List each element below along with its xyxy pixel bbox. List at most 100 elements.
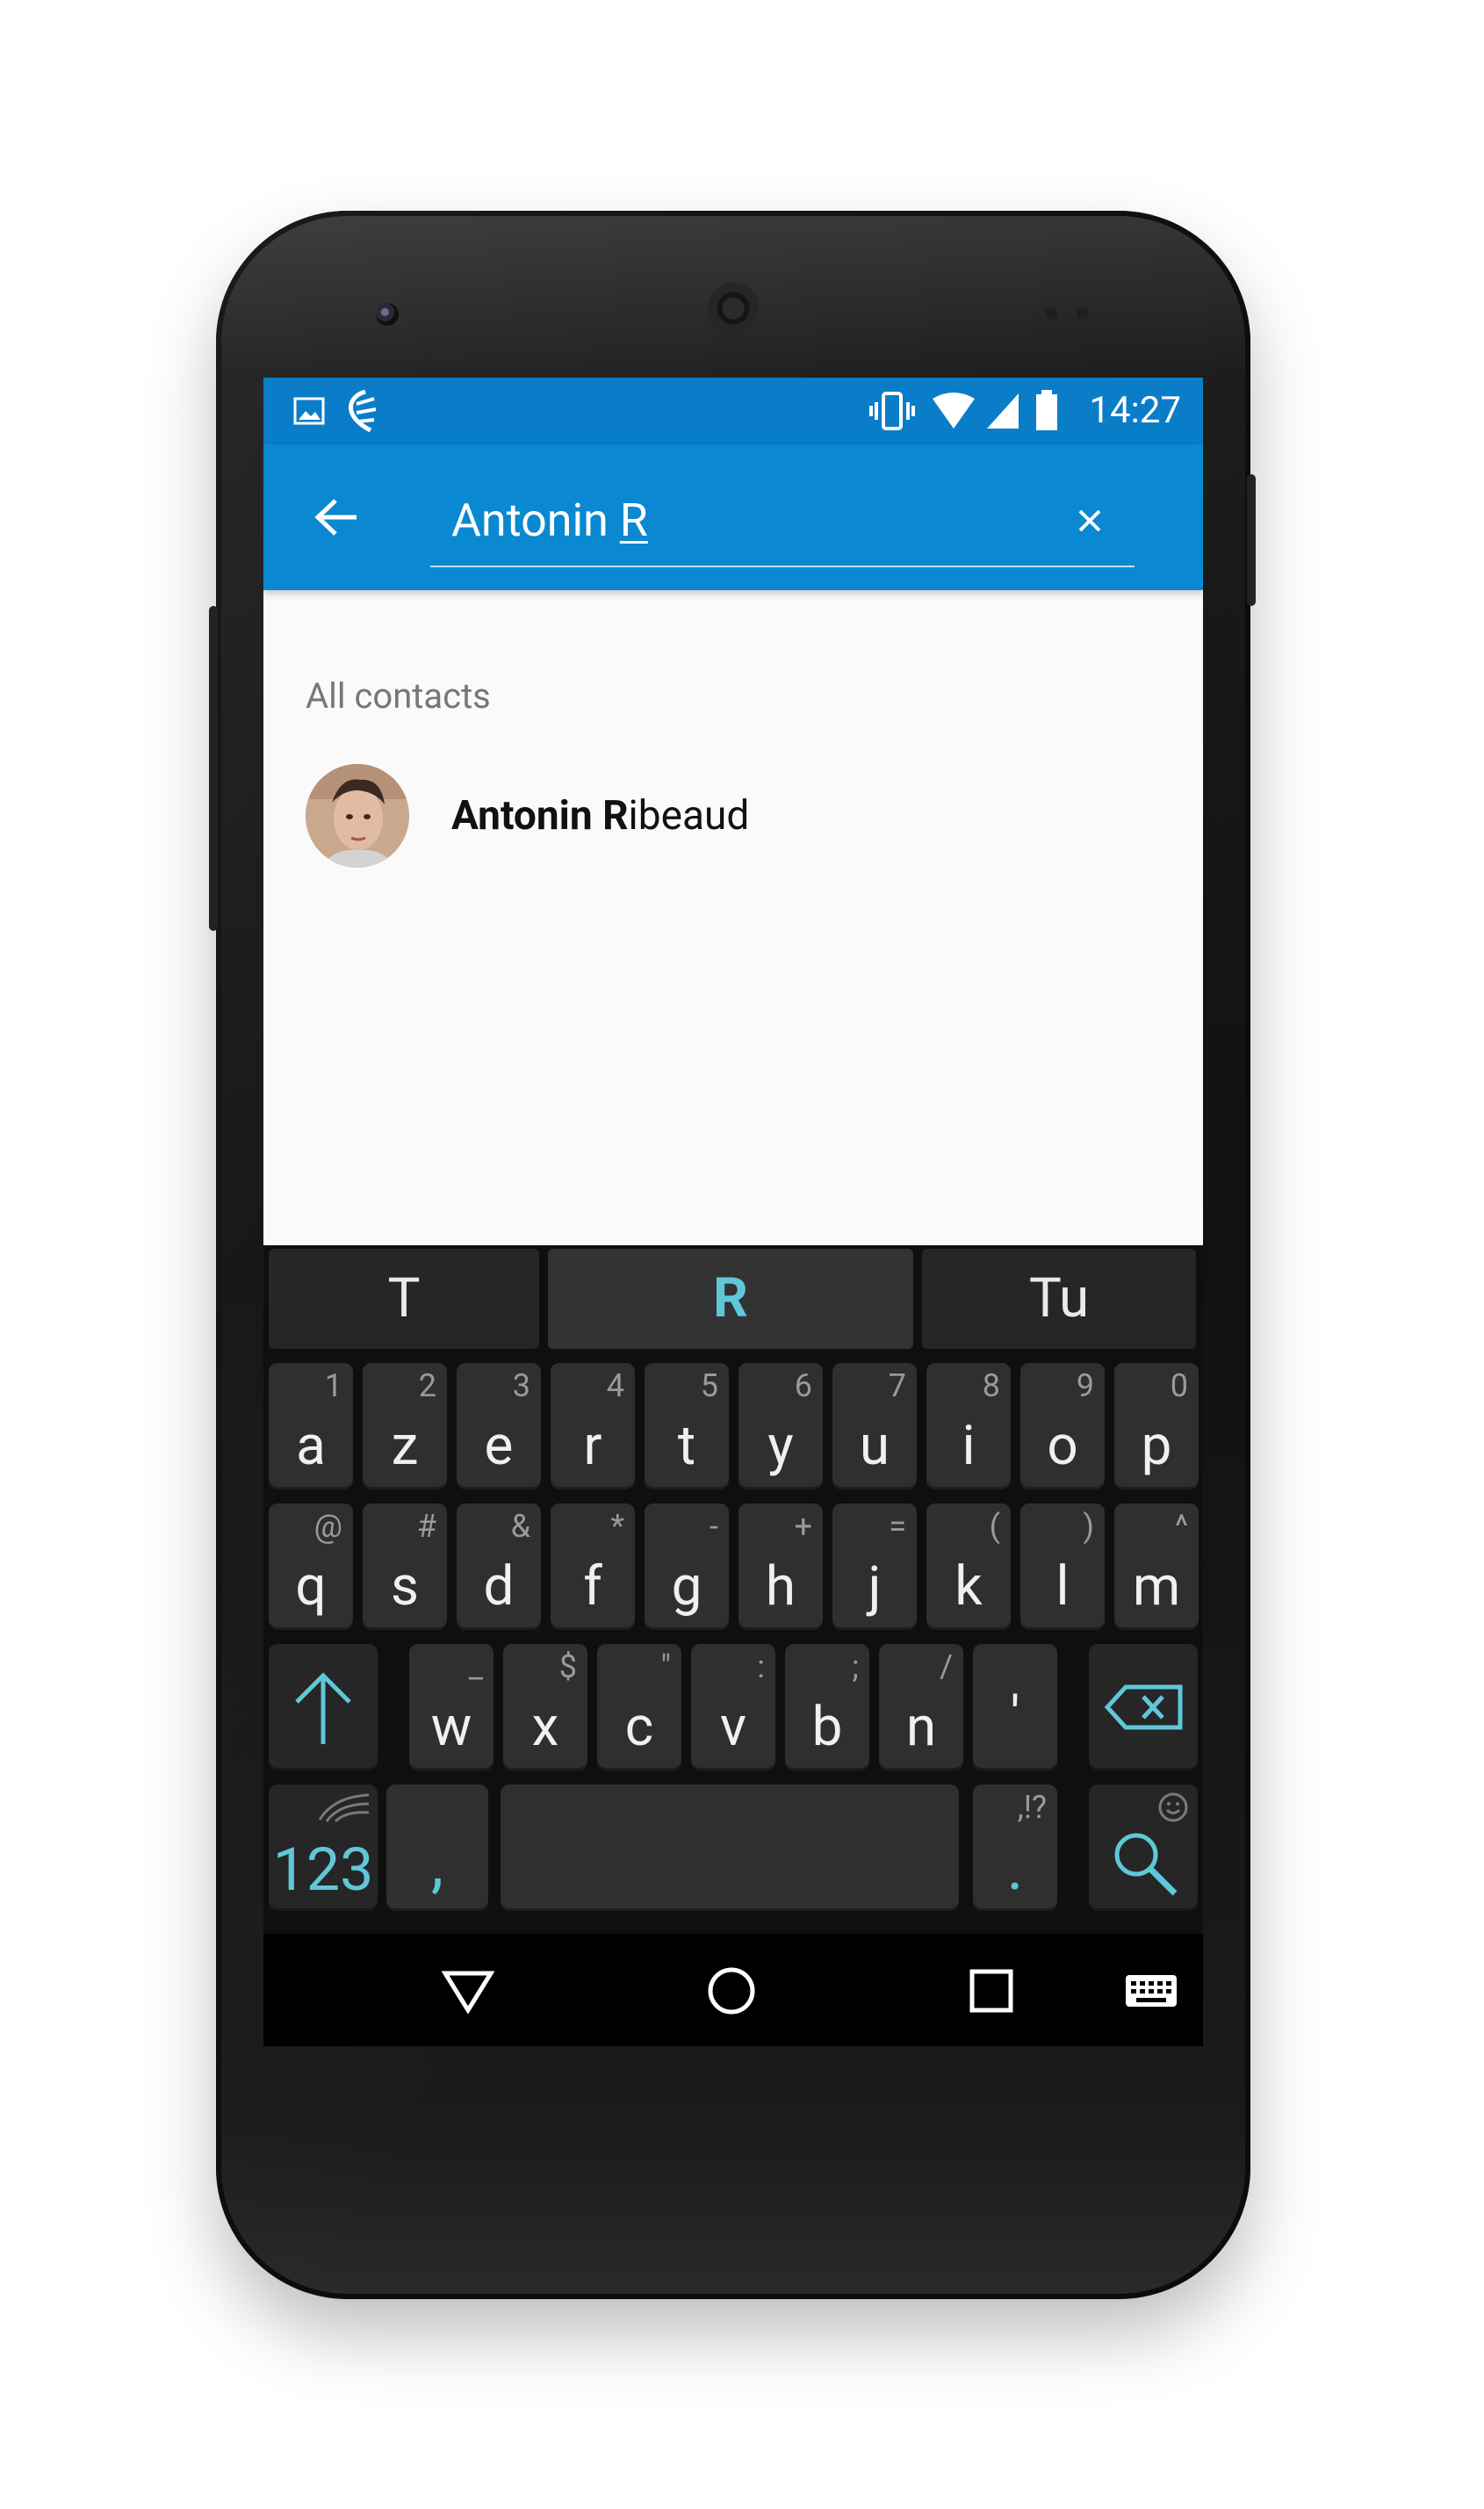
key-c[interactable]: " c — [597, 1644, 681, 1770]
key-label: v — [719, 1695, 747, 1759]
key-z[interactable]: 2z — [363, 1363, 447, 1489]
key-b[interactable]: ; b — [785, 1644, 869, 1770]
key-sub-label: - — [710, 1508, 718, 1545]
key-label: u — [859, 1414, 890, 1478]
key-sub-label: 3 — [512, 1367, 530, 1404]
light-sensor — [1077, 307, 1089, 320]
key-o[interactable]: 9o — [1020, 1363, 1105, 1489]
phone-screen: 14:27 Antonin R All contacts Antonin Rib… — [263, 378, 1203, 2046]
key-p[interactable]: 0p — [1114, 1363, 1199, 1489]
search-input[interactable]: Antonin R — [430, 474, 1135, 567]
key-sub-label: + — [794, 1508, 812, 1545]
contact-name-rest: ibeaud — [628, 792, 750, 840]
section-title: All contacts — [306, 675, 491, 717]
numbers-key-label: 123 — [269, 1839, 378, 1900]
key-w[interactable]: _ w — [409, 1644, 493, 1770]
key-label: t — [677, 1414, 696, 1478]
circle-home-icon — [708, 1967, 755, 2015]
search-action-key[interactable] — [1089, 1784, 1198, 1911]
volume-button — [209, 606, 218, 931]
key-s[interactable]: # s — [363, 1503, 447, 1630]
key-u[interactable]: 7u — [832, 1363, 917, 1489]
suggestion-center[interactable]: R — [548, 1249, 913, 1349]
keyboard-switch-button[interactable] — [1120, 1960, 1182, 2022]
key-label: j — [868, 1554, 882, 1619]
key-sub-label: 9 — [1076, 1367, 1094, 1404]
key-label: o — [1047, 1414, 1078, 1478]
key-i[interactable]: 8i — [926, 1363, 1011, 1489]
key-label: i — [962, 1414, 976, 1478]
key-sub-label: = — [889, 1508, 906, 1545]
contact-list-item[interactable]: Antonin Ribeaud — [263, 764, 1203, 887]
key-sub-label: 0 — [1170, 1367, 1188, 1404]
key-a[interactable]: 1a — [269, 1363, 353, 1489]
query-prefix: Antonin — [451, 494, 620, 547]
back-button[interactable] — [307, 488, 365, 546]
clear-search-button[interactable] — [1066, 497, 1113, 544]
key-t[interactable]: 5t — [645, 1363, 729, 1489]
key-sub-label: _ — [468, 1648, 483, 1685]
key-sub-label: # — [416, 1508, 436, 1545]
key-sub-label: 2 — [418, 1367, 436, 1404]
contact-name: Antonin Ribeaud — [451, 790, 749, 841]
key-l[interactable]: ) l — [1020, 1503, 1105, 1630]
key-d[interactable]: & d — [457, 1503, 541, 1630]
key-j[interactable]: = j — [832, 1503, 917, 1630]
battery-icon — [1034, 390, 1059, 432]
key-label: c — [624, 1695, 654, 1759]
key-n[interactable]: / n — [879, 1644, 963, 1770]
vibrate-icon — [869, 392, 915, 430]
key-g[interactable]: -g — [645, 1503, 729, 1630]
triangle-back-icon — [442, 1971, 494, 2014]
search-icon — [1114, 1833, 1178, 1896]
key-label: ' — [1010, 1684, 1020, 1748]
arrow-left-icon — [314, 499, 357, 536]
key-r[interactable]: 4r — [551, 1363, 635, 1489]
key-q[interactable]: @ q — [269, 1503, 353, 1630]
shift-key[interactable] — [269, 1644, 378, 1770]
period-key[interactable]: ,!?. — [973, 1784, 1057, 1911]
key-apostrophe[interactable]: ' — [973, 1644, 1057, 1770]
earpiece — [708, 283, 759, 334]
key-m[interactable]: ^ m — [1114, 1503, 1199, 1630]
key-sub-label: 8 — [982, 1367, 1000, 1404]
key-sub-label: * — [610, 1508, 624, 1545]
key-label: a — [296, 1414, 326, 1478]
key-label: n — [905, 1695, 937, 1759]
home-nav-button[interactable] — [701, 1960, 762, 2022]
key-f[interactable]: * f — [551, 1503, 635, 1630]
keyboard-icon — [1126, 1975, 1177, 2007]
key-sub-label: @ — [313, 1508, 342, 1545]
key-sub-label: / — [940, 1648, 953, 1685]
key-v[interactable]: :v — [691, 1644, 775, 1770]
space-key[interactable] — [501, 1784, 959, 1911]
numbers-key[interactable]: 123 — [269, 1784, 378, 1911]
query-composing-text: R — [619, 494, 648, 547]
recents-nav-button[interactable] — [961, 1960, 1022, 2022]
key-label: b — [811, 1695, 843, 1759]
comma-key[interactable]: , — [386, 1784, 488, 1911]
key-k[interactable]: (k — [926, 1503, 1011, 1630]
backspace-key[interactable] — [1089, 1644, 1198, 1770]
key-sub-label: $ — [558, 1648, 577, 1685]
key-sub-label: & — [510, 1508, 530, 1545]
key-x[interactable]: $ x — [503, 1644, 587, 1770]
key-sub-label: " — [660, 1648, 671, 1685]
navigation-bar — [263, 1934, 1203, 2046]
clock: 14:27 — [1089, 389, 1181, 432]
key-e[interactable]: 3e — [457, 1363, 541, 1489]
suggestion-right[interactable]: Tu — [922, 1249, 1196, 1349]
back-nav-button[interactable] — [437, 1960, 499, 2022]
contact-name-match: Antonin R — [451, 792, 629, 840]
key-sub-label: 6 — [794, 1367, 812, 1404]
key-label: p — [1141, 1414, 1172, 1478]
key-y[interactable]: 6y — [738, 1363, 823, 1489]
search-query: Antonin R — [451, 492, 648, 550]
close-icon — [1078, 509, 1101, 532]
search-toolbar: Antonin R — [263, 444, 1203, 590]
key-h[interactable]: + h — [738, 1503, 823, 1630]
shift-arrow-icon — [295, 1672, 351, 1744]
key-sub-label: ) — [1083, 1508, 1094, 1545]
key-label: . — [1006, 1830, 1024, 1905]
suggestion-left[interactable]: T — [269, 1249, 539, 1349]
